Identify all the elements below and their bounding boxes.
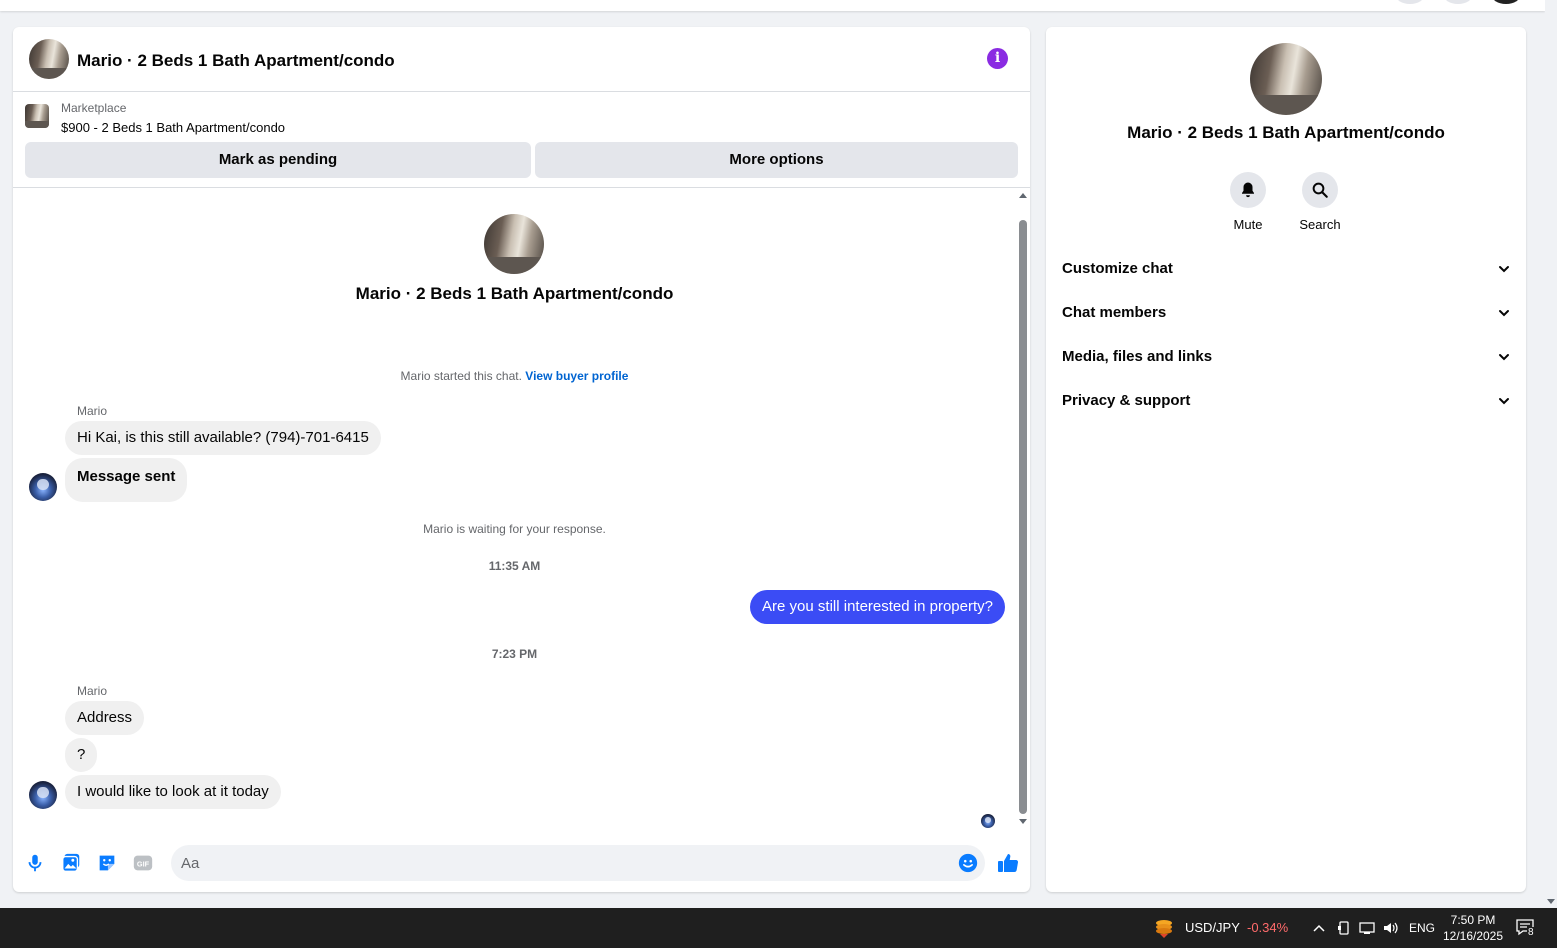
chevron-down-icon xyxy=(1499,266,1509,273)
chat-started-text: Mario started this chat. xyxy=(400,369,522,383)
profile-avatar[interactable] xyxy=(1491,0,1521,4)
photo-icon[interactable] xyxy=(60,852,82,874)
sender-avatar[interactable] xyxy=(29,781,57,809)
waiting-note: Mario is waiting for your response. xyxy=(423,522,606,536)
details-title: Mario · 2 Beds 1 Bath Apartment/condo xyxy=(1127,123,1445,142)
thread-title: Mario · 2 Beds 1 Bath Apartment/condo xyxy=(355,284,674,303)
more-options-button[interactable]: More options xyxy=(535,142,1018,178)
message-input[interactable] xyxy=(181,845,941,881)
timestamp: 11:35 AM xyxy=(488,559,541,573)
chevron-down-icon xyxy=(1499,310,1509,317)
clock-date: 12/16/2025 xyxy=(1442,929,1504,943)
sticker-icon[interactable] xyxy=(96,852,118,874)
listing-avatar[interactable] xyxy=(29,39,69,79)
marketplace-label: Marketplace xyxy=(61,101,127,115)
device-icon[interactable] xyxy=(1337,920,1351,936)
chat-members-section[interactable]: Chat members xyxy=(1054,293,1518,333)
microphone-icon[interactable] xyxy=(24,852,46,874)
chat-details-panel: Mario · 2 Beds 1 Bath Apartment/condo Mu… xyxy=(1046,27,1526,892)
privacy-support-section[interactable]: Privacy & support xyxy=(1054,381,1518,421)
gif-icon[interactable]: GIF xyxy=(132,852,154,874)
customize-chat-section[interactable]: Customize chat xyxy=(1054,249,1518,289)
chevron-down-icon xyxy=(1499,354,1509,361)
ticker-symbol[interactable]: USD/JPY xyxy=(1185,908,1240,948)
nav-button[interactable] xyxy=(1443,0,1473,4)
page-scrollbar[interactable] xyxy=(1545,0,1557,908)
bell-icon xyxy=(1242,182,1254,198)
section-label: Customize chat xyxy=(1062,260,1173,277)
chat-title[interactable]: Mario · 2 Beds 1 Bath Apartment/condo xyxy=(77,51,395,71)
marketplace-bar: Marketplace $900 - 2 Beds 1 Bath Apartme… xyxy=(13,92,1030,188)
details-avatar[interactable] xyxy=(1250,43,1322,115)
chevron-up-icon[interactable] xyxy=(1312,922,1326,934)
outgoing-message[interactable]: Are you still interested in property? xyxy=(750,590,1005,624)
section-label: Chat members xyxy=(1062,304,1167,321)
section-label: Privacy & support xyxy=(1062,392,1191,409)
listing-thumbnail[interactable] xyxy=(25,104,49,128)
view-buyer-profile-link[interactable]: View buyer profile xyxy=(525,369,628,383)
incoming-message[interactable]: Address xyxy=(65,701,145,735)
chevron-down-icon xyxy=(1499,398,1509,405)
emoji-icon[interactable] xyxy=(957,852,979,874)
notifications-button[interactable]: 8 xyxy=(1515,918,1539,940)
thumbs-up-icon[interactable] xyxy=(996,851,1020,875)
message-scrollbar[interactable] xyxy=(1016,190,1030,830)
volume-icon[interactable] xyxy=(1382,920,1400,936)
search-label: Search xyxy=(1299,217,1341,232)
system-clock[interactable]: 7:50 PM 12/16/2025 xyxy=(1438,912,1508,944)
incoming-message[interactable]: Hi Kai, is this still available? (794)-7… xyxy=(65,421,381,455)
listing-price-title[interactable]: $900 - 2 Beds 1 Bath Apartment/condo xyxy=(61,120,285,135)
notification-count: 8 xyxy=(1527,927,1535,938)
chat-header: Mario · 2 Beds 1 Bath Apartment/condo i xyxy=(13,27,1030,92)
incoming-message[interactable]: ? xyxy=(65,738,98,772)
info-icon[interactable]: i xyxy=(987,48,1008,69)
incoming-message[interactable]: Message sent xyxy=(65,458,188,502)
language-indicator[interactable]: ENG xyxy=(1409,908,1435,948)
nav-button[interactable] xyxy=(1395,0,1425,4)
search-button[interactable]: Search xyxy=(1290,172,1350,232)
incoming-message[interactable]: I would like to look at it today xyxy=(65,775,281,809)
ticker-change: -0.34% xyxy=(1247,920,1289,935)
search-icon xyxy=(1312,182,1328,198)
clock-time: 7:50 PM xyxy=(1450,913,1496,927)
section-label: Media, files and links xyxy=(1062,348,1213,365)
message-input-wrap xyxy=(171,845,985,881)
message-list: Mario · 2 Beds 1 Bath Apartment/condo Ma… xyxy=(13,188,1016,838)
sender-name: Mario xyxy=(77,684,108,698)
timestamp: 7:23 PM xyxy=(491,647,538,661)
svg-text:GIF: GIF xyxy=(137,860,150,869)
thread-avatar[interactable] xyxy=(484,214,544,274)
sender-name: Mario xyxy=(77,404,108,418)
sender-avatar[interactable] xyxy=(29,473,57,501)
mute-button[interactable]: Mute xyxy=(1218,172,1278,232)
network-icon[interactable] xyxy=(1359,920,1377,936)
currency-widget-icon[interactable] xyxy=(1153,917,1175,939)
top-navigation-bar xyxy=(0,0,1545,11)
media-files-links-section[interactable]: Media, files and links xyxy=(1054,337,1518,377)
mark-as-pending-button[interactable]: Mark as pending xyxy=(25,142,531,178)
mute-label: Mute xyxy=(1233,217,1263,232)
windows-taskbar: USD/JPY -0.34% ENG 7:50 PM 12/16/2025 8 xyxy=(0,908,1557,948)
chat-panel: Mario · 2 Beds 1 Bath Apartment/condo i … xyxy=(13,27,1030,892)
read-receipt-avatar xyxy=(981,814,995,828)
chat-started-note: Mario started this chat. View buyer prof… xyxy=(13,369,1016,383)
composer: GIF xyxy=(13,838,1030,892)
